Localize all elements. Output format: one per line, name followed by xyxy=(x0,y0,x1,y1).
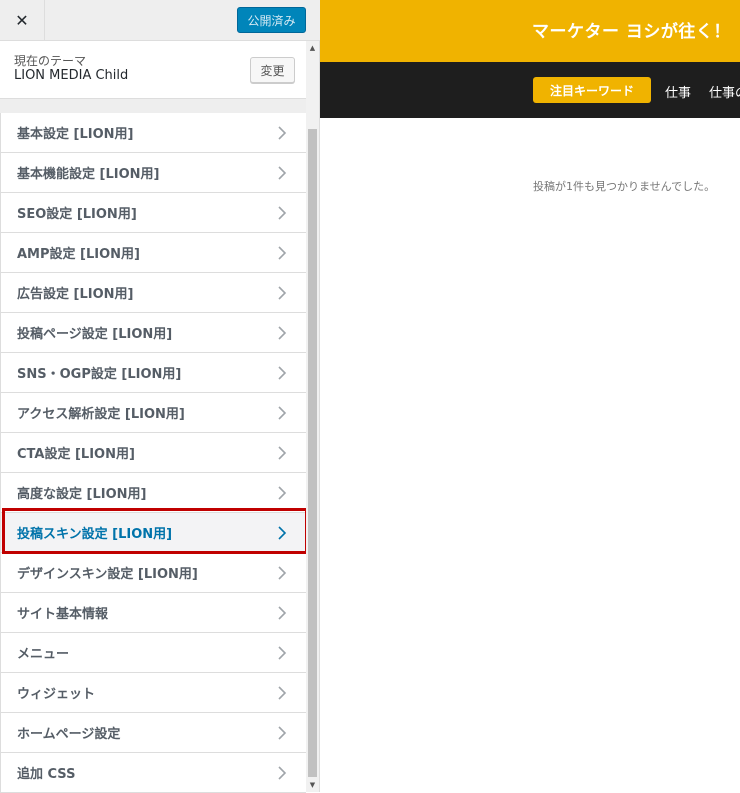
chevron-right-icon xyxy=(278,326,287,340)
menu-item-4[interactable]: 広告設定 [LION用] xyxy=(0,273,306,313)
scroll-down-icon[interactable]: ▼ xyxy=(306,780,319,790)
chevron-right-icon xyxy=(278,566,287,580)
customizer-menu: 基本設定 [LION用] 基本機能設定 [LION用] SEO設定 [LION用] A… xyxy=(0,113,306,793)
chevron-right-icon xyxy=(278,366,287,380)
menu-item-label: 投稿スキン設定 [LION用] xyxy=(17,527,173,542)
menu-item-0[interactable]: 基本設定 [LION用] xyxy=(0,113,306,153)
publish-button[interactable]: 公開済み xyxy=(237,7,306,33)
chevron-right-icon xyxy=(278,166,287,180)
chevron-right-icon xyxy=(278,406,287,420)
menu-item-label: 投稿ページ設定 [LION用] xyxy=(17,327,173,342)
chevron-right-icon xyxy=(278,726,287,740)
menu-item-1[interactable]: 基本機能設定 [LION用] xyxy=(0,153,306,193)
menu-item-label: アクセス解析設定 [LION用] xyxy=(17,407,185,422)
close-icon[interactable]: ✕ xyxy=(0,0,45,40)
site-title[interactable]: マーケター ヨシが往く！ xyxy=(532,17,731,42)
menu-item-2[interactable]: SEO設定 [LION用] xyxy=(0,193,306,233)
menu-item-3[interactable]: AMP設定 [LION用] xyxy=(0,233,306,273)
menu-item-15[interactable]: ホームページ設定 xyxy=(0,713,306,753)
menu-item-label: 基本機能設定 [LION用] xyxy=(17,167,160,182)
menu-item-label: 追加 CSS xyxy=(17,767,76,782)
nav-link-work-2[interactable]: 仕事の xyxy=(709,82,740,101)
chevron-right-icon xyxy=(278,246,287,260)
chevron-right-icon xyxy=(278,126,287,140)
chevron-right-icon xyxy=(278,766,287,780)
chevron-right-icon xyxy=(278,606,287,620)
menu-item-label: CTA設定 [LION用] xyxy=(17,447,135,462)
menu-item-12[interactable]: サイト基本情報 xyxy=(0,593,306,633)
menu-item-label: ウィジェット xyxy=(17,687,96,702)
menu-item-label: ホームページ設定 xyxy=(17,727,121,742)
sidebar-scrollbar[interactable]: ▲ ▼ xyxy=(306,41,319,792)
customizer-header: ✕ 公開済み xyxy=(0,0,320,41)
menu-item-13[interactable]: メニュー xyxy=(0,633,306,673)
scroll-up-icon[interactable]: ▲ xyxy=(306,43,319,53)
current-theme-name: LION MEDIA Child xyxy=(14,68,129,83)
menu-item-label: SNS・OGP設定 [LION用] xyxy=(17,367,182,382)
chevron-right-icon xyxy=(278,646,287,660)
menu-item-label: 広告設定 [LION用] xyxy=(17,287,134,302)
section-gap xyxy=(0,99,306,113)
chevron-right-icon xyxy=(278,526,287,540)
menu-item-9[interactable]: 高度な設定 [LION用] xyxy=(0,473,306,513)
site-nav: 注目キーワード 仕事 仕事の xyxy=(320,62,740,118)
customizer-sidebar: ✕ 公開済み 現在のテーマ LION MEDIA Child 変更 基本設定 [… xyxy=(0,0,320,793)
menu-item-label: 基本設定 [LION用] xyxy=(17,127,134,142)
menu-item-label: AMP設定 [LION用] xyxy=(17,247,140,262)
chevron-right-icon xyxy=(278,486,287,500)
chevron-right-icon xyxy=(278,446,287,460)
menu-item-label: サイト基本情報 xyxy=(17,607,109,622)
no-posts-message: 投稿が1件も見つかりませんでした。 xyxy=(533,180,716,193)
menu-item-label: 高度な設定 [LION用] xyxy=(17,487,147,502)
menu-item-8[interactable]: CTA設定 [LION用] xyxy=(0,433,306,473)
chevron-right-icon xyxy=(278,686,287,700)
chevron-right-icon xyxy=(278,286,287,300)
menu-item-7[interactable]: アクセス解析設定 [LION用] xyxy=(0,393,306,433)
current-theme-label: 現在のテーマ xyxy=(14,54,87,68)
menu-item-label: メニュー xyxy=(17,647,70,662)
menu-item-5[interactable]: 投稿ページ設定 [LION用] xyxy=(0,313,306,353)
featured-keyword-button[interactable]: 注目キーワード xyxy=(533,77,651,103)
menu-item-11[interactable]: デザインスキン設定 [LION用] xyxy=(0,553,306,593)
nav-link-work[interactable]: 仕事 xyxy=(665,82,691,101)
menu-item-6[interactable]: SNS・OGP設定 [LION用] xyxy=(0,353,306,393)
menu-item-10[interactable]: 投稿スキン設定 [LION用] xyxy=(0,513,306,553)
menu-item-label: デザインスキン設定 [LION用] xyxy=(17,567,198,582)
menu-item-14[interactable]: ウィジェット xyxy=(0,673,306,713)
chevron-right-icon xyxy=(278,206,287,220)
site-header: マーケター ヨシが往く！ xyxy=(320,0,740,62)
scroll-thumb[interactable] xyxy=(308,129,317,777)
menu-item-16[interactable]: 追加 CSS xyxy=(0,753,306,793)
change-theme-button[interactable]: 変更 xyxy=(250,57,295,83)
site-preview: マーケター ヨシが往く！ 注目キーワード 仕事 仕事の 投稿が1件も見つかりませ… xyxy=(320,0,740,792)
menu-item-label: SEO設定 [LION用] xyxy=(17,207,137,222)
